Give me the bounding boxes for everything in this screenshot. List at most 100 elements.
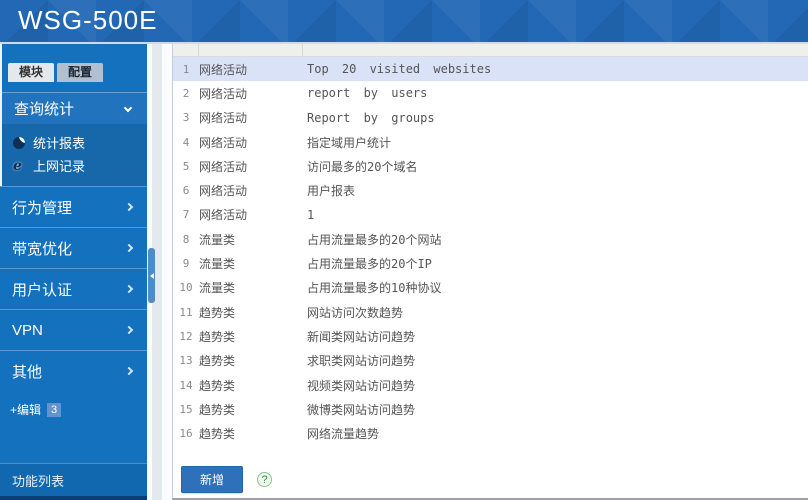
row-description: Top 20 visited websites [307,62,492,77]
table-footer: 新增 ? [181,465,808,493]
pie-chart-icon [13,136,25,149]
app-header: WSG-500E [0,0,808,44]
row-description: 新闻类网站访问趋势 [307,329,416,344]
row-category: 趋势类 [199,427,236,442]
table-header-cell-description [303,44,808,56]
menu-item-label: VPN [12,321,43,339]
table-row[interactable]: 1 网络活动 Top 20 visited websites [173,57,808,82]
add-button[interactable]: 新增 [181,465,243,493]
row-category: 网络活动 [199,184,248,199]
sidebar-item-query-stats[interactable]: 查询统计 [2,92,147,124]
row-category: 趋势类 [199,378,236,393]
row-num: 5 [182,159,190,173]
row-num: 6 [182,184,190,198]
row-category: 网络活动 [199,86,248,101]
row-num: 10 [179,281,193,295]
table-row[interactable]: 4 网络活动 指定域用户统计 [173,130,808,154]
sidebar-item-label: 查询统计 [14,101,75,118]
menu-item-label: 行为管理 [12,199,73,217]
row-category: 网络活动 [199,208,248,223]
row-category: 趋势类 [199,354,236,369]
sidebar-collapse-handle[interactable] [148,248,155,303]
table-row[interactable]: 9 流量类 占用流量最多的20个IP [173,251,808,275]
table-row[interactable]: 14 趋势类 视频类网站访问趋势 [173,373,808,397]
row-num: 4 [182,135,190,149]
chevron-right-icon [124,202,134,212]
row-num: 2 [182,86,190,100]
table-row[interactable]: 10 流量类 占用流量最多的10种协议 [173,276,808,300]
table-header [173,44,808,57]
main-content: 1 网络活动 Top 20 visited websites 2 网络活动 re… [172,44,808,500]
table-header-cell-category [199,44,303,56]
table-row[interactable]: 7 网络活动 1 [173,203,808,227]
row-num: 13 [179,354,193,368]
app-title: WSG-500E [18,5,158,35]
sidebar-footer-label: 功能列表 [12,473,65,489]
row-num: 7 [182,208,190,222]
query-stats-submenu: 统计报表 e 上网记录 [2,124,147,186]
row-category: 流量类 [199,257,236,272]
panel-gutter [147,44,172,500]
ie-browser-icon: e [13,157,22,174]
row-description: 网站访问次数趋势 [307,305,404,320]
sidebar-bottom-strip [0,496,147,500]
menu-item-label: 带宽优化 [12,240,73,258]
edit-label: +编辑 [10,403,42,417]
sidebar-item-label: 统计报表 [33,136,86,151]
row-description: 网络流量趋势 [307,427,380,442]
edit-link[interactable]: +编辑 3 [10,401,147,418]
chevron-right-icon [124,243,134,253]
table-row[interactable]: 11 趋势类 网站访问次数趋势 [173,300,808,324]
row-num: 12 [179,329,193,343]
sidebar-item-label: 上网记录 [33,159,86,174]
row-description: 访问最多的20个域名 [307,159,418,174]
row-description: 视频类网站访问趋势 [307,378,416,393]
row-category: 网络活动 [199,135,248,150]
row-num: 11 [179,305,193,319]
row-category: 网络活动 [199,111,248,126]
sidebar-menu-item[interactable]: 其他 [0,350,147,391]
row-num: 16 [179,427,193,441]
sidebar-menu-item[interactable]: 带宽优化 [0,227,147,268]
row-num: 9 [182,257,190,271]
row-num: 3 [182,111,190,125]
row-description: 求职类网站访问趋势 [307,354,416,369]
row-category: 趋势类 [199,305,236,320]
table-row[interactable]: 15 趋势类 微博类网站访问趋势 [173,397,808,421]
row-category: 流量类 [199,281,236,296]
table-row[interactable]: 8 流量类 占用流量最多的20个网站 [173,227,808,251]
row-num: 8 [182,232,190,246]
sidebar-item-web-records[interactable]: e 上网记录 [2,154,147,177]
row-description: 占用流量最多的20个IP [307,257,432,272]
table-row[interactable]: 16 趋势类 网络流量趋势 [173,421,808,445]
sidebar-menu-item[interactable]: 行为管理 [0,186,147,227]
collapse-left-icon [149,272,154,279]
table-row[interactable]: 6 网络活动 用户报表 [173,178,808,202]
sidebar-footer-function-list[interactable]: 功能列表 [0,463,147,496]
edit-count-badge: 3 [47,402,62,417]
row-category: 趋势类 [199,329,236,344]
help-icon[interactable]: ? [257,471,272,487]
sidebar-tabs: 模块 配置 [8,63,147,82]
row-description: Report by groups [307,110,435,125]
table-row[interactable]: 12 趋势类 新闻类网站访问趋势 [173,324,808,348]
chevron-right-icon [124,366,134,376]
sidebar-menu-item[interactable]: VPN [0,309,147,350]
row-description: 占用流量最多的20个网站 [307,232,442,247]
tab-modules[interactable]: 模块 [8,63,55,82]
row-category: 网络活动 [199,62,248,77]
row-description: 用户报表 [307,184,356,199]
tab-config[interactable]: 配置 [57,63,104,82]
table-row[interactable]: 3 网络活动 Report by groups [173,106,808,130]
chevron-down-icon [123,103,133,112]
table-row[interactable]: 13 趋势类 求职类网站访问趋势 [173,349,808,373]
row-num: 15 [179,402,193,416]
row-description: 指定域用户统计 [307,135,392,150]
row-description: 微博类网站访问趋势 [307,402,416,417]
table-row[interactable]: 5 网络活动 访问最多的20个域名 [173,154,808,178]
sidebar-item-stat-reports[interactable]: 统计报表 [2,131,147,154]
row-category: 流量类 [199,232,236,247]
sidebar-menu-item[interactable]: 用户认证 [0,268,147,309]
sidebar-menu-list: 行为管理 带宽优化 用户认证 VPN 其他 [0,186,147,391]
table-row[interactable]: 2 网络活动 report by users [173,81,808,105]
